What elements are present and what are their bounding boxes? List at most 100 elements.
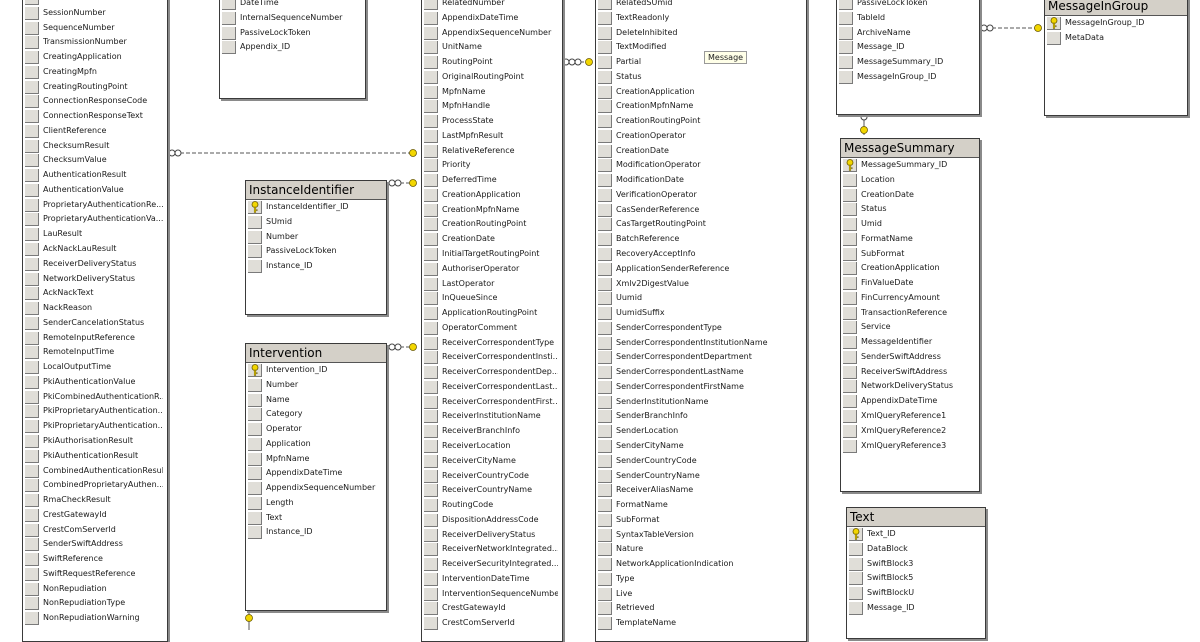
column-row[interactable]: Operator	[246, 422, 386, 437]
row-selector[interactable]	[598, 11, 612, 25]
row-selector[interactable]	[222, 26, 236, 40]
row-selector[interactable]	[598, 115, 612, 129]
column-row[interactable]: AckNackText	[23, 286, 167, 301]
row-selector[interactable]	[424, 587, 438, 601]
row-selector[interactable]	[849, 557, 863, 571]
row-selector[interactable]	[843, 277, 857, 291]
column-row[interactable]: PkiAuthorisationResult	[23, 434, 167, 449]
row-selector[interactable]	[424, 307, 438, 321]
column-row[interactable]: ReceiverCountryCode	[422, 469, 562, 484]
row-selector[interactable]	[843, 173, 857, 187]
column-row[interactable]: CasTargetRoutingPoint	[596, 217, 806, 232]
column-row[interactable]: ReceiverBranchInfo	[422, 424, 562, 439]
row-selector[interactable]	[424, 26, 438, 40]
column-row[interactable]: Message_ID	[837, 40, 979, 55]
column-row[interactable]: Priority	[422, 158, 562, 173]
column-row[interactable]: Application	[246, 437, 386, 452]
row-selector[interactable]	[849, 601, 863, 615]
column-row[interactable]: ReceiverDeliveryStatus	[422, 528, 562, 543]
row-selector[interactable]	[424, 572, 438, 586]
row-selector[interactable]	[598, 380, 612, 394]
table-intervention[interactable]: Intervention Intervention_ID Number Name Cat…	[245, 343, 387, 611]
row-selector[interactable]	[25, 51, 39, 65]
row-selector[interactable]	[424, 159, 438, 173]
column-row[interactable]: CreationApplication	[841, 261, 979, 276]
column-row[interactable]: SequenceNumber	[23, 21, 167, 36]
column-row[interactable]: SenderInstitutionName	[596, 395, 806, 410]
row-selector[interactable]	[598, 425, 612, 439]
column-row[interactable]: SenderCityName	[596, 439, 806, 454]
column-row[interactable]: MpfnHandle	[422, 99, 562, 114]
row-selector[interactable]	[25, 6, 39, 20]
row-selector[interactable]	[25, 449, 39, 463]
column-row[interactable]: CombinedProprietaryAuthen...	[23, 478, 167, 493]
row-selector[interactable]	[598, 602, 612, 616]
row-selector[interactable]	[424, 0, 438, 10]
row-selector[interactable]	[598, 218, 612, 232]
row-selector[interactable]	[424, 85, 438, 99]
column-row[interactable]: FormatName	[841, 232, 979, 247]
column-row[interactable]: RelatedSUmid	[596, 0, 806, 11]
column-row[interactable]: ReceiverNetworkIntegrated...	[422, 542, 562, 557]
column-row[interactable]: SenderCountryCode	[596, 454, 806, 469]
column-row[interactable]: OperatorComment	[422, 321, 562, 336]
row-selector[interactable]	[598, 159, 612, 173]
column-row[interactable]: ChecksumValue	[23, 153, 167, 168]
row-selector[interactable]	[424, 425, 438, 439]
column-row[interactable]: InterventionDateTime	[422, 572, 562, 587]
column-row[interactable]: ReceiverCorrespondentType	[422, 336, 562, 351]
column-row[interactable]: SyntaxTableVersion	[596, 528, 806, 543]
column-row[interactable]: LastMpfnResult	[422, 129, 562, 144]
row-selector[interactable]	[248, 437, 262, 451]
row-selector[interactable]	[849, 587, 863, 601]
row-selector[interactable]	[424, 70, 438, 84]
row-selector[interactable]	[598, 41, 612, 55]
row-selector[interactable]	[598, 188, 612, 202]
row-selector[interactable]	[424, 262, 438, 276]
row-selector[interactable]	[248, 245, 262, 259]
table-message[interactable]: RelatedSUmid TextReadonly DeleteInhibited T…	[595, 0, 807, 642]
column-row[interactable]: Live	[596, 587, 806, 602]
row-selector[interactable]	[424, 218, 438, 232]
table-message-summary[interactable]: MessageSummary MessageSummary_ID Location C…	[840, 138, 980, 492]
column-row[interactable]: TableId	[837, 11, 979, 26]
row-selector[interactable]	[424, 484, 438, 498]
row-selector[interactable]	[25, 95, 39, 109]
column-row[interactable]: ReceiverCorrespondentLast...	[422, 380, 562, 395]
row-selector[interactable]	[424, 395, 438, 409]
column-row[interactable]: ReceiverAliasName	[596, 483, 806, 498]
row-selector[interactable]	[25, 169, 39, 183]
row-selector[interactable]	[25, 508, 39, 522]
column-row[interactable]: CasSenderReference	[596, 203, 806, 218]
column-row[interactable]: ProprietaryAuthenticationVa...	[23, 212, 167, 227]
column-row[interactable]: FinValueDate	[841, 276, 979, 291]
row-selector[interactable]	[424, 248, 438, 262]
row-selector[interactable]	[843, 218, 857, 232]
column-row[interactable]: DataBlock	[847, 542, 985, 557]
column-row[interactable]: NackReason	[23, 301, 167, 316]
row-selector[interactable]	[25, 375, 39, 389]
column-row[interactable]: LocalOutputTime	[23, 360, 167, 375]
column-row[interactable]: DeleteInhibited	[596, 26, 806, 41]
row-selector[interactable]	[25, 331, 39, 345]
column-row[interactable]: MetaData	[1045, 31, 1187, 46]
column-row[interactable]: RmaCheckResult	[23, 493, 167, 508]
column-row[interactable]: CrestGatewayId	[422, 601, 562, 616]
row-selector[interactable]	[222, 0, 236, 10]
row-selector[interactable]	[222, 41, 236, 55]
row-selector[interactable]	[248, 452, 262, 466]
column-row[interactable]: SenderCorrespondentDepartment	[596, 350, 806, 365]
column-row[interactable]: NonRepudiationType	[23, 596, 167, 611]
column-row[interactable]: AppendixDateTime	[841, 394, 979, 409]
row-selector[interactable]	[248, 408, 262, 422]
column-row[interactable]: FinCurrencyAmount	[841, 291, 979, 306]
column-row[interactable]: Instance_ID	[246, 259, 386, 274]
row-selector[interactable]	[598, 558, 612, 572]
row-selector[interactable]	[25, 80, 39, 94]
row-selector[interactable]	[598, 484, 612, 498]
column-row[interactable]: ReceiverCorrespondentFirst...	[422, 395, 562, 410]
column-row[interactable]: DeferredTime	[422, 173, 562, 188]
column-row[interactable]: CreationDate	[596, 144, 806, 159]
column-row[interactable]: ReceiverDeliveryStatus	[23, 257, 167, 272]
column-row[interactable]: InstanceIdentifier_ID	[246, 200, 386, 215]
